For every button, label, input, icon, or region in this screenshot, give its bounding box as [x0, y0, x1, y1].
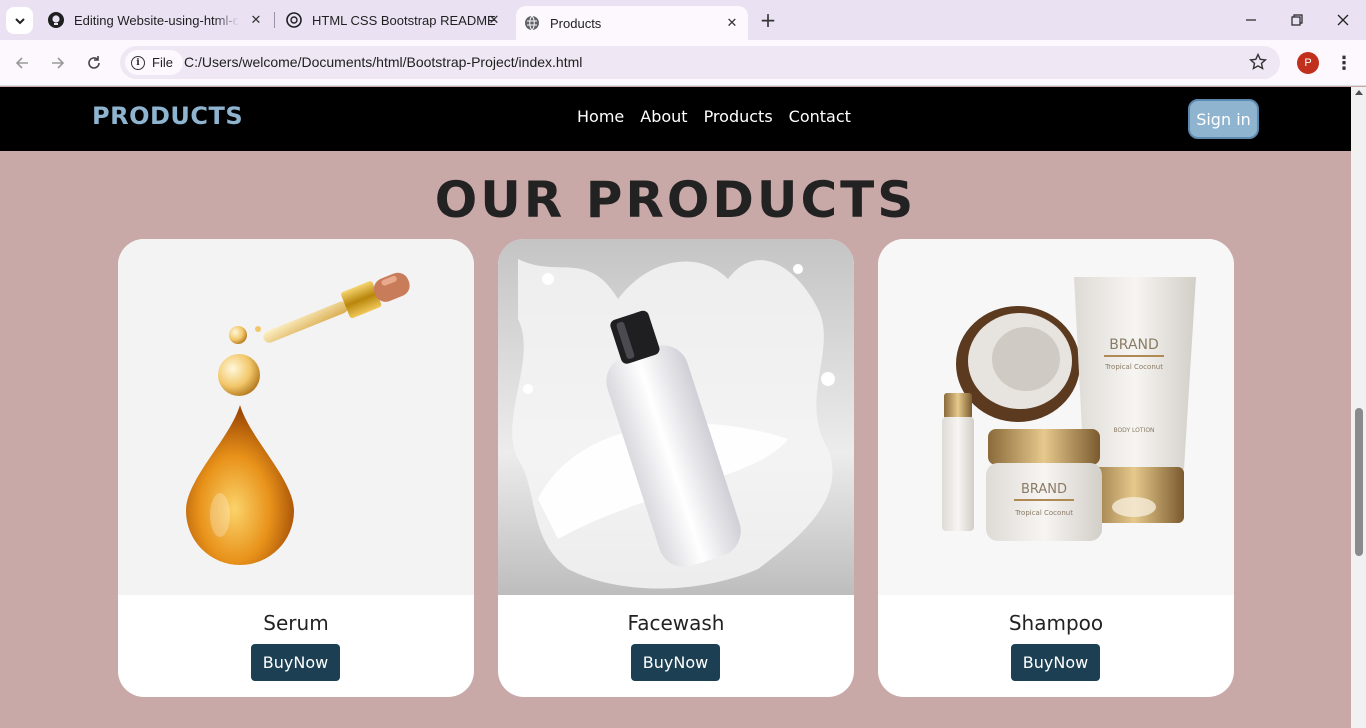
close-window-icon[interactable]	[1320, 0, 1366, 40]
coconut-cosmetics-image: BRAND Tropical Coconut BODY LOTION BRAND…	[878, 239, 1234, 595]
tab-title: Products	[550, 15, 602, 31]
page-scrollbar[interactable]	[1351, 87, 1366, 728]
forward-icon[interactable]	[46, 51, 70, 75]
browser-toolbar: i File C:/Users/welcome/Documents/html/B…	[0, 40, 1366, 86]
browser-tab-github[interactable]: Editing Website-using-html-css ✕	[40, 0, 272, 40]
browser-tab-strip: Editing Website-using-html-css ✕ HTML CS…	[0, 0, 1366, 40]
tab-separator	[274, 12, 275, 28]
scroll-up-arrow-icon[interactable]	[1355, 90, 1363, 95]
facewash-milk-splash-image	[498, 239, 854, 595]
buy-now-button[interactable]: BuyNow	[631, 644, 720, 681]
minimize-icon[interactable]	[1228, 0, 1274, 40]
browser-tab-readme[interactable]: HTML CSS Bootstrap README ✕	[278, 0, 510, 40]
chevron-down-icon	[14, 17, 25, 24]
nav-link-about[interactable]: About	[640, 107, 687, 126]
scrollbar-thumb[interactable]	[1355, 408, 1363, 556]
close-tab-icon[interactable]: ✕	[248, 12, 264, 28]
product-name: Serum	[263, 611, 329, 635]
address-bar[interactable]: i File C:/Users/welcome/Documents/html/B…	[120, 46, 1280, 79]
tube-brand-text: BRAND	[1109, 337, 1159, 353]
buy-now-button[interactable]: BuyNow	[1011, 644, 1100, 681]
jar-brand-text: BRAND	[1021, 482, 1067, 497]
nav-link-products[interactable]: Products	[704, 107, 773, 126]
restore-icon[interactable]	[1274, 0, 1320, 40]
product-name: Facewash	[627, 611, 725, 635]
tab-search-button[interactable]	[6, 7, 33, 34]
page-title: OUR PRODUCTS	[434, 171, 917, 229]
tab-title: HTML CSS Bootstrap README	[312, 12, 496, 28]
bookmark-star-icon[interactable]	[1248, 52, 1268, 72]
page-viewport: PRODUCTS Home About Products Contact Sig…	[0, 87, 1351, 728]
profile-avatar[interactable]: P	[1297, 52, 1319, 74]
buy-now-button[interactable]: BuyNow	[251, 644, 340, 681]
info-icon: i	[131, 55, 145, 70]
product-name: Shampoo	[1008, 611, 1104, 635]
tube-sub-text: Tropical Coconut	[1104, 363, 1163, 371]
tube-lotion-text: BODY LOTION	[1113, 427, 1154, 434]
product-card-facewash: Facewash BuyNow	[498, 239, 854, 697]
chatgpt-icon	[286, 12, 302, 28]
github-icon	[48, 12, 64, 28]
sign-in-button[interactable]: Sign in	[1188, 99, 1259, 139]
site-info-chip[interactable]: i File	[125, 50, 183, 75]
reload-icon[interactable]	[82, 51, 106, 75]
back-icon[interactable]	[10, 51, 34, 75]
new-tab-icon[interactable]: +	[758, 8, 778, 32]
nav-link-contact[interactable]: Contact	[789, 107, 851, 126]
browser-tab-products[interactable]: Products ✕	[516, 6, 748, 40]
site-brand[interactable]: PRODUCTS	[92, 102, 243, 130]
url-text[interactable]: C:/Users/welcome/Documents/html/Bootstra…	[184, 54, 582, 70]
product-card-shampoo: BRAND Tropical Coconut BODY LOTION BRAND…	[878, 239, 1234, 697]
product-card-serum: Serum BuyNow	[118, 239, 474, 697]
site-info-label: File	[152, 55, 173, 70]
serum-dropper-image	[118, 239, 474, 595]
close-tab-icon[interactable]: ✕	[486, 12, 502, 28]
tab-title: Editing Website-using-html-css	[74, 12, 239, 28]
close-tab-icon[interactable]: ✕	[724, 15, 740, 31]
jar-sub-text: Tropical Coconut	[1014, 509, 1073, 517]
site-navbar: PRODUCTS Home About Products Contact Sig…	[0, 87, 1351, 151]
nav-link-home[interactable]: Home	[577, 107, 624, 126]
nav-links: Home About Products Contact	[577, 107, 851, 126]
more-menu-icon[interactable]: ⋮	[1335, 52, 1353, 74]
globe-icon	[524, 15, 540, 31]
